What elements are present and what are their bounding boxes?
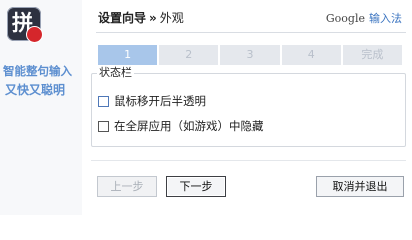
brand-google: Google [325, 12, 365, 25]
step-finish: 完成 [342, 45, 403, 65]
translucent-label: 鼠标移开后半透明 [114, 94, 206, 108]
breadcrumb-separator: » [149, 11, 157, 25]
brand-label: Google 输入法 [326, 10, 402, 26]
setup-wizard-window: 拼 智能整句输入 又快又聪明 设置向导» 外观 Google 输入法 1 2 3 4… [0, 0, 412, 215]
step-3: 3 [220, 45, 280, 65]
hide-fullscreen-checkbox[interactable] [98, 120, 109, 132]
brand-ime: 输入法 [369, 12, 402, 25]
app-logo-icon: 拼 [7, 7, 43, 43]
slogan-line-1: 智能整句输入 [3, 64, 72, 78]
slogan-line-2: 又快又聪明 [5, 83, 66, 97]
next-button[interactable]: 下一步 [166, 176, 226, 197]
step-1: 1 [98, 45, 158, 65]
step-2: 2 [159, 45, 219, 65]
statusbar-group: 状态栏 鼠标移开后半透明 在全屏应用（如游戏）中隐藏 [91, 66, 406, 147]
translucent-checkbox[interactable] [98, 95, 109, 107]
logo-badge-icon [26, 26, 43, 43]
step-4: 4 [281, 45, 341, 65]
progress-steps: 1 2 3 4 完成 [98, 45, 403, 65]
cancel-exit-button[interactable]: 取消并退出 [316, 176, 404, 197]
option-hide-fullscreen[interactable]: 在全屏应用（如游戏）中隐藏 [98, 118, 264, 134]
hide-fullscreen-label: 在全屏应用（如游戏）中隐藏 [114, 119, 264, 133]
breadcrumb: 设置向导» 外观 [98, 9, 184, 26]
option-translucent[interactable]: 鼠标移开后半透明 [98, 93, 206, 109]
previous-button[interactable]: 上一步 [97, 176, 157, 197]
wizard-title: 设置向导 [98, 11, 147, 25]
header-divider [96, 32, 406, 33]
current-page-title: 外观 [159, 11, 184, 25]
group-legend: 状态栏 [97, 66, 134, 80]
sidebar: 拼 智能整句输入 又快又聪明 [0, 0, 82, 215]
footer-divider [91, 160, 406, 161]
